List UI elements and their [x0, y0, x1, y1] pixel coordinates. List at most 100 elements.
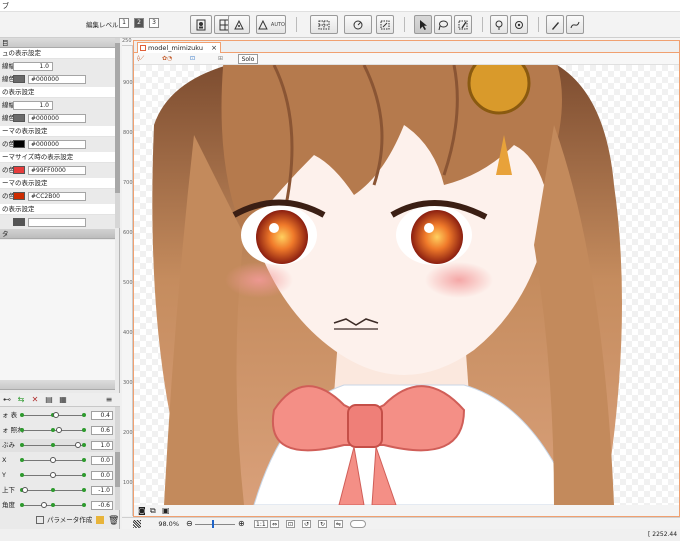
brush-select-button[interactable] [454, 15, 472, 34]
edit-level-1-button[interactable]: 1 [119, 18, 129, 28]
settings-row[interactable]: の色 #99FF0000 [0, 165, 115, 176]
settings-row[interactable]: の色 #CC2B00 [0, 191, 115, 202]
zoom-slider-handle[interactable] [212, 520, 214, 528]
rotate-right-button[interactable]: ↻ [318, 520, 328, 528]
parameter-slider-handle[interactable] [56, 427, 63, 433]
close-tab-icon[interactable]: × [211, 43, 217, 53]
document-tab[interactable]: model_mimizuku × [137, 42, 221, 53]
fit-width-button[interactable]: ⇔ [270, 520, 280, 528]
texture-atlas-button[interactable] [190, 15, 212, 34]
checker-toggle-icon[interactable] [133, 520, 141, 528]
parameter-keyframe[interactable] [20, 473, 24, 477]
arrow-tool-button[interactable] [414, 15, 432, 34]
lasso-tool-button[interactable] [434, 15, 452, 34]
visibility-icon[interactable]: ✿◔ [162, 55, 172, 63]
parameter-keyframe[interactable] [82, 413, 86, 417]
parameter-keyframe[interactable] [82, 473, 86, 477]
parameter-keyframe[interactable] [20, 503, 24, 507]
parameter-value-input[interactable]: 0.0 [91, 456, 113, 465]
mesh-view-icon[interactable]: ⟠⟋ [137, 55, 144, 63]
rotate-left-button[interactable]: ↺ [302, 520, 312, 528]
parameter-keyframe[interactable] [20, 413, 24, 417]
color-hex-input[interactable]: #000000 [28, 75, 86, 84]
settings-row[interactable]: 線色 #000000 [0, 113, 115, 124]
parameter-keyframe[interactable] [82, 488, 86, 492]
settings-row[interactable]: 線幅 1.0 [0, 61, 115, 72]
parameter-keyframe[interactable] [82, 428, 86, 432]
color-swatch[interactable] [13, 192, 25, 200]
parameter-row[interactable]: X 0.0 [0, 454, 115, 467]
parameter-keyframe[interactable] [82, 458, 86, 462]
parameter-keyframe[interactable] [51, 428, 55, 432]
color-hex-input[interactable]: #99FF0000 [28, 166, 86, 175]
canvas-view[interactable]: model_mimizuku × ⟠⟋ ✿◔ ⊡ ⊞ Solo ◙ ⧉ ▣ [133, 40, 680, 517]
color-swatch[interactable] [13, 140, 25, 148]
stroke-tool-button[interactable] [566, 15, 584, 34]
pen-tool-button[interactable] [546, 15, 564, 34]
copy-icon[interactable]: ⧉ [150, 506, 156, 516]
parameter-value-input[interactable]: -1.0 [91, 486, 113, 495]
settings-row[interactable]: 線色 #000000 [0, 74, 115, 85]
snapshot-icon[interactable]: ▣ [162, 506, 170, 515]
color-swatch[interactable] [13, 75, 25, 83]
scrollbar-thumb[interactable] [115, 43, 120, 193]
parameter-keyframe[interactable] [51, 443, 55, 447]
parameter-row[interactable]: ぶみ 1.0 [0, 439, 115, 452]
zoom-out-icon[interactable]: ⊖ [186, 519, 193, 528]
parameter-slider-handle[interactable] [53, 412, 60, 418]
line-width-input[interactable]: 1.0 [13, 62, 53, 71]
key-list-icon[interactable]: ▤ [44, 395, 54, 405]
parameter-slider-handle[interactable] [50, 472, 56, 478]
line-width-input[interactable]: 1.0 [13, 101, 53, 110]
zoom-in-icon[interactable]: ⊕ [238, 519, 245, 528]
scrollbar-thumb[interactable] [115, 452, 120, 487]
fit-screen-button[interactable]: ⊡ [286, 520, 296, 528]
settings-row[interactable]: 線幅 1.0 [0, 100, 115, 111]
edit-level-2-button[interactable]: 2 [134, 18, 144, 28]
parameter-value-input[interactable]: 0.6 [91, 426, 113, 435]
flip-button[interactable]: ⇋ [334, 520, 344, 528]
color-hex-input[interactable]: #000000 [28, 114, 86, 123]
parameter-slider-handle[interactable] [40, 502, 47, 508]
delete-key-icon[interactable]: ✕ [30, 395, 40, 405]
parameter-row[interactable]: 角度 -0.6 [0, 499, 115, 512]
trash-icon[interactable]: 🗑 [108, 514, 119, 528]
zoom-slider-track[interactable] [195, 524, 235, 525]
color-hex-input[interactable]: #CC2B00 [28, 192, 86, 201]
solo-button[interactable]: Solo [238, 54, 258, 64]
deformer-parent-button[interactable] [376, 15, 394, 34]
color-hex-input[interactable]: #000000 [28, 140, 86, 149]
parameter-value-input[interactable]: 0.0 [91, 471, 113, 480]
auto-mesh-button[interactable]: AUTO [256, 15, 286, 34]
parameter-value-input[interactable]: 1.0 [91, 441, 113, 450]
warp-deformer-button[interactable] [310, 15, 338, 34]
color-swatch[interactable] [13, 166, 25, 174]
create-parameter-button[interactable]: パラメータ作成 [47, 513, 92, 527]
grid-toggle-icon[interactable]: ⊞ [218, 55, 223, 63]
parameter-keyframe[interactable] [82, 443, 86, 447]
deformer-button[interactable] [228, 15, 250, 34]
settings-row[interactable]: の色 #000000 [0, 139, 115, 150]
actual-size-button[interactable]: 1:1 [254, 520, 268, 528]
key-table-icon[interactable]: ▦ [58, 395, 68, 405]
color-swatch[interactable] [13, 218, 25, 226]
parameter-keyframe[interactable] [82, 503, 86, 507]
camera-icon[interactable]: ◙ [138, 506, 146, 515]
menu-icon[interactable]: ≡ [104, 395, 114, 405]
display-toggle[interactable] [350, 520, 366, 528]
inspector-scrollbar[interactable] [115, 38, 120, 228]
parameter-slider-handle[interactable] [22, 487, 29, 493]
glue-edit-button[interactable] [510, 15, 528, 34]
parameter-keyframe[interactable] [51, 503, 55, 507]
link-icon[interactable]: ⊷ [2, 395, 12, 405]
parameter-keyframe[interactable] [20, 458, 24, 462]
fit-view-icon[interactable]: ⊡ [190, 55, 195, 63]
parameter-keyframe[interactable] [20, 428, 24, 432]
model-preview[interactable] [134, 65, 679, 505]
parameter-value-input[interactable]: 0.4 [91, 411, 113, 420]
folder-icon[interactable] [96, 516, 104, 524]
rotation-deformer-button[interactable] [344, 15, 372, 34]
parameter-row[interactable]: Y 0.0 [0, 469, 115, 482]
parameter-value-input[interactable]: -0.6 [91, 501, 113, 510]
parameter-row[interactable]: 上下 -1.0 [0, 484, 115, 497]
